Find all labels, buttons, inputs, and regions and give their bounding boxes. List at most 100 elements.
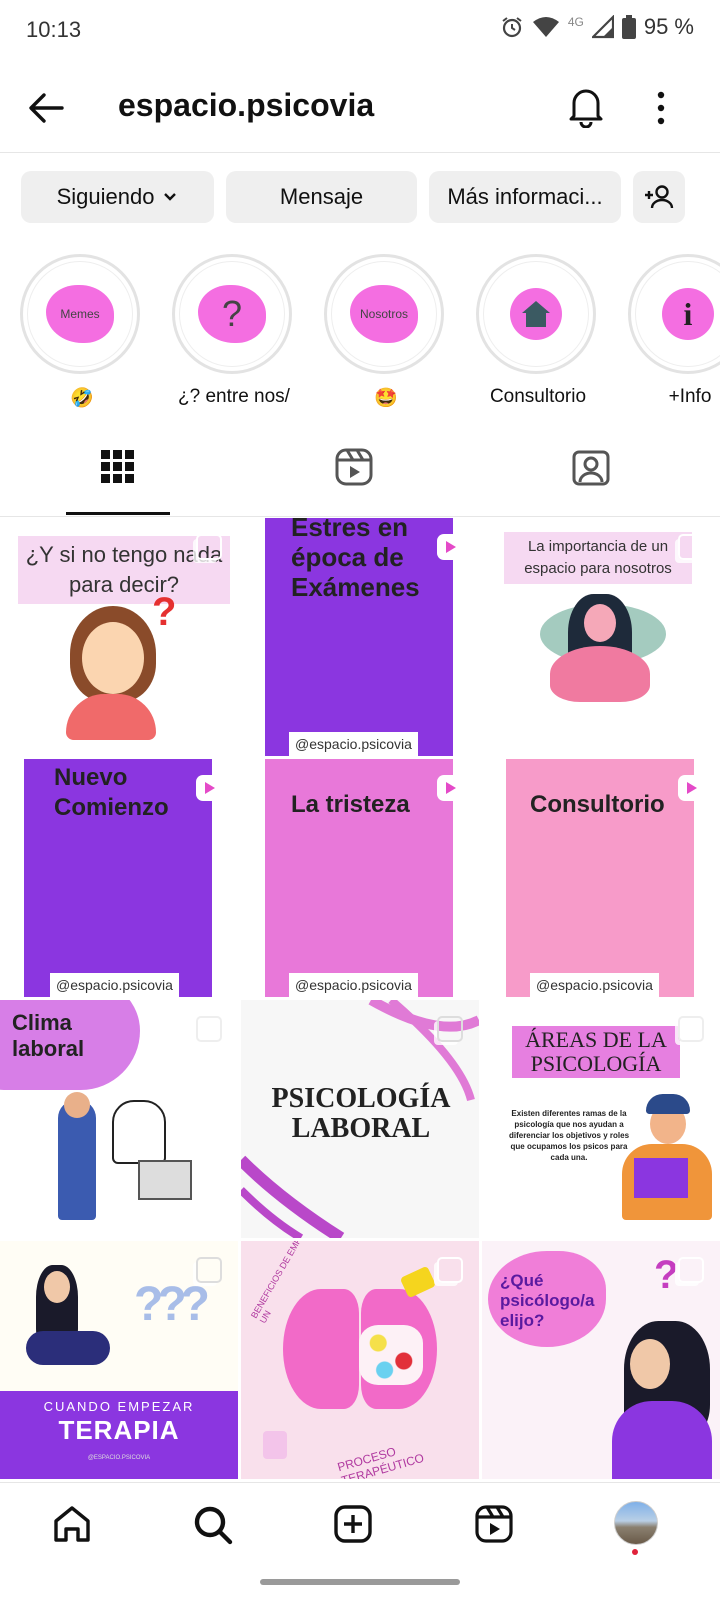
memes-cover: Memes: [46, 285, 114, 343]
post-body: Existen diferentes ramas de la psicologí…: [508, 1109, 630, 1162]
multi-post-icon: [678, 534, 704, 560]
woman-face: [584, 604, 616, 642]
multi-post-icon: [196, 534, 222, 560]
post-text-small: CUANDO EMPEZAR: [43, 1399, 195, 1414]
highlight-consultorio[interactable]: Consultorio: [476, 254, 600, 408]
highlight-ring: Memes: [20, 254, 140, 374]
highlight-label: 🤩: [374, 388, 398, 409]
post-text: PSICOLOGÍA LABORAL: [271, 1083, 451, 1144]
following-label: Siguiendo: [56, 184, 155, 209]
question-cover: ?: [198, 285, 266, 343]
alarm-icon: [502, 17, 522, 38]
post-12[interactable]: ¿Qué psicólogo/a elijo? ?: [482, 1241, 720, 1479]
post-text: Estres en época de Exámenes: [291, 518, 420, 602]
highlight-memes[interactable]: Memes 🤣: [20, 254, 144, 410]
post-text: Clima laboral: [12, 1010, 85, 1061]
post-text-bottom: PROCESO TERAPÉUTICO: [335, 1444, 426, 1479]
post-title: ÁREAS DE LA PSICOLOGÍA: [512, 1026, 680, 1078]
post-8[interactable]: PSICOLOGÍA LABORAL: [241, 1000, 479, 1238]
info-cover: i: [662, 288, 714, 340]
nosotros-cover: Nosotros: [350, 285, 418, 343]
post-10[interactable]: ??? CUANDO EMPEZAR TERAPIA @ESPACIO.PSIC…: [0, 1241, 238, 1479]
post-3[interactable]: La importancia de un espacio para nosotr…: [482, 518, 720, 756]
highlight-entre-nos[interactable]: ? ¿? entre nos/: [172, 254, 296, 408]
highlight-ring: ?: [172, 254, 292, 374]
content-tabs: [0, 432, 720, 517]
post-1[interactable]: ¿Y si no tengo nada para decir? ?: [0, 518, 238, 756]
post-handle: @ESPACIO.PSICOVIA: [87, 1455, 151, 1461]
question-cover-text: ?: [221, 293, 243, 334]
shirt: [66, 694, 156, 740]
post-text: ¿Qué psicólogo/a elijo?: [500, 1271, 595, 1330]
person-head: [64, 1092, 90, 1118]
message-label: Mensaje: [279, 184, 364, 209]
message-button[interactable]: Mensaje: [226, 171, 417, 223]
question-mark: ?: [654, 1253, 679, 1297]
flowers: [359, 1325, 423, 1385]
person2: [112, 1100, 166, 1164]
woman-legs: [26, 1331, 110, 1365]
gesture-bar[interactable]: [260, 1579, 460, 1585]
highlight-cover: ?: [179, 261, 285, 367]
people-illustration: [58, 1100, 96, 1220]
more-info-label: Más informaci...: [447, 184, 603, 209]
status-bar: 10:13 4G 95 %: [0, 0, 720, 62]
add-person-icon: [645, 185, 674, 209]
post-6[interactable]: Consultorio @espacio.psicovia: [482, 759, 720, 997]
post-4[interactable]: Nuevo Comienzo @espacio.psicovia: [0, 759, 238, 997]
active-tab-indicator: [66, 512, 170, 515]
highlight-nosotros[interactable]: Nosotros 🤩: [324, 254, 448, 410]
highlight-cover: [483, 261, 589, 367]
brain-left: [283, 1289, 359, 1409]
post-handle: @espacio.psicovia: [289, 732, 418, 756]
tagged-tab-icon[interactable]: [572, 448, 610, 486]
post-text: Nuevo Comienzo: [54, 764, 169, 821]
bottom-nav: [0, 1482, 720, 1563]
woman-face: [44, 1271, 70, 1303]
post-handle: @espacio.psicovia: [50, 973, 179, 997]
status-icons: 4G 95 %: [500, 14, 694, 40]
reel-icon: [437, 534, 463, 560]
notification-bell-icon[interactable]: [566, 84, 606, 128]
battery-level: 95 %: [643, 14, 694, 39]
more-options-icon[interactable]: [655, 90, 667, 126]
post-9[interactable]: ÁREAS DE LA PSICOLOGÍA Existen diferente…: [482, 1000, 720, 1238]
grid-icon[interactable]: [101, 450, 135, 484]
post-text-big: TERAPIA: [58, 1415, 180, 1445]
post-11[interactable]: BENEFICIOS DE EMPEZAR UN PROCESO TERAPÉU…: [241, 1241, 479, 1479]
man-hair: [646, 1094, 690, 1114]
signal-icon: [591, 15, 614, 39]
add-friend-button[interactable]: [633, 171, 685, 223]
reel-icon: [678, 775, 704, 801]
following-button[interactable]: Siguiendo: [21, 171, 214, 223]
profile-header: espacio.psicovia: [0, 62, 720, 153]
highlight-label: ¿? entre nos/: [178, 386, 290, 407]
profile-avatar[interactable]: [614, 1501, 658, 1545]
search-icon[interactable]: [193, 1505, 233, 1545]
wifi-icon: [532, 17, 559, 37]
highlight-info[interactable]: i +Info: [628, 254, 720, 408]
house-icon: [522, 301, 550, 327]
home-icon[interactable]: [52, 1505, 92, 1543]
woman-body: [550, 646, 650, 702]
highlight-label: +Info: [668, 386, 712, 407]
network-type: 4G: [567, 15, 584, 29]
post-5[interactable]: La tristeza @espacio.psicovia: [241, 759, 479, 997]
reel-icon: [437, 775, 463, 801]
reels-tab-icon[interactable]: [335, 448, 373, 486]
back-arrow-icon[interactable]: [26, 88, 66, 128]
book: [634, 1158, 688, 1198]
post-text: La tristeza: [291, 791, 410, 818]
reels-icon[interactable]: [475, 1505, 513, 1543]
face: [82, 622, 144, 694]
highlight-label: 🤣: [70, 388, 94, 409]
highlight-ring: Nosotros: [324, 254, 444, 374]
logo-mark: [263, 1431, 287, 1459]
create-post-icon[interactable]: [334, 1505, 372, 1543]
reel-icon: [196, 775, 222, 801]
more-info-button[interactable]: Más informaci...: [429, 171, 621, 223]
post-7[interactable]: Clima laboral: [0, 1000, 238, 1238]
post-text: Consultorio: [530, 791, 665, 818]
post-2[interactable]: Estres en época de Exámenes @espacio.psi…: [241, 518, 479, 756]
woman-body: [612, 1401, 712, 1479]
